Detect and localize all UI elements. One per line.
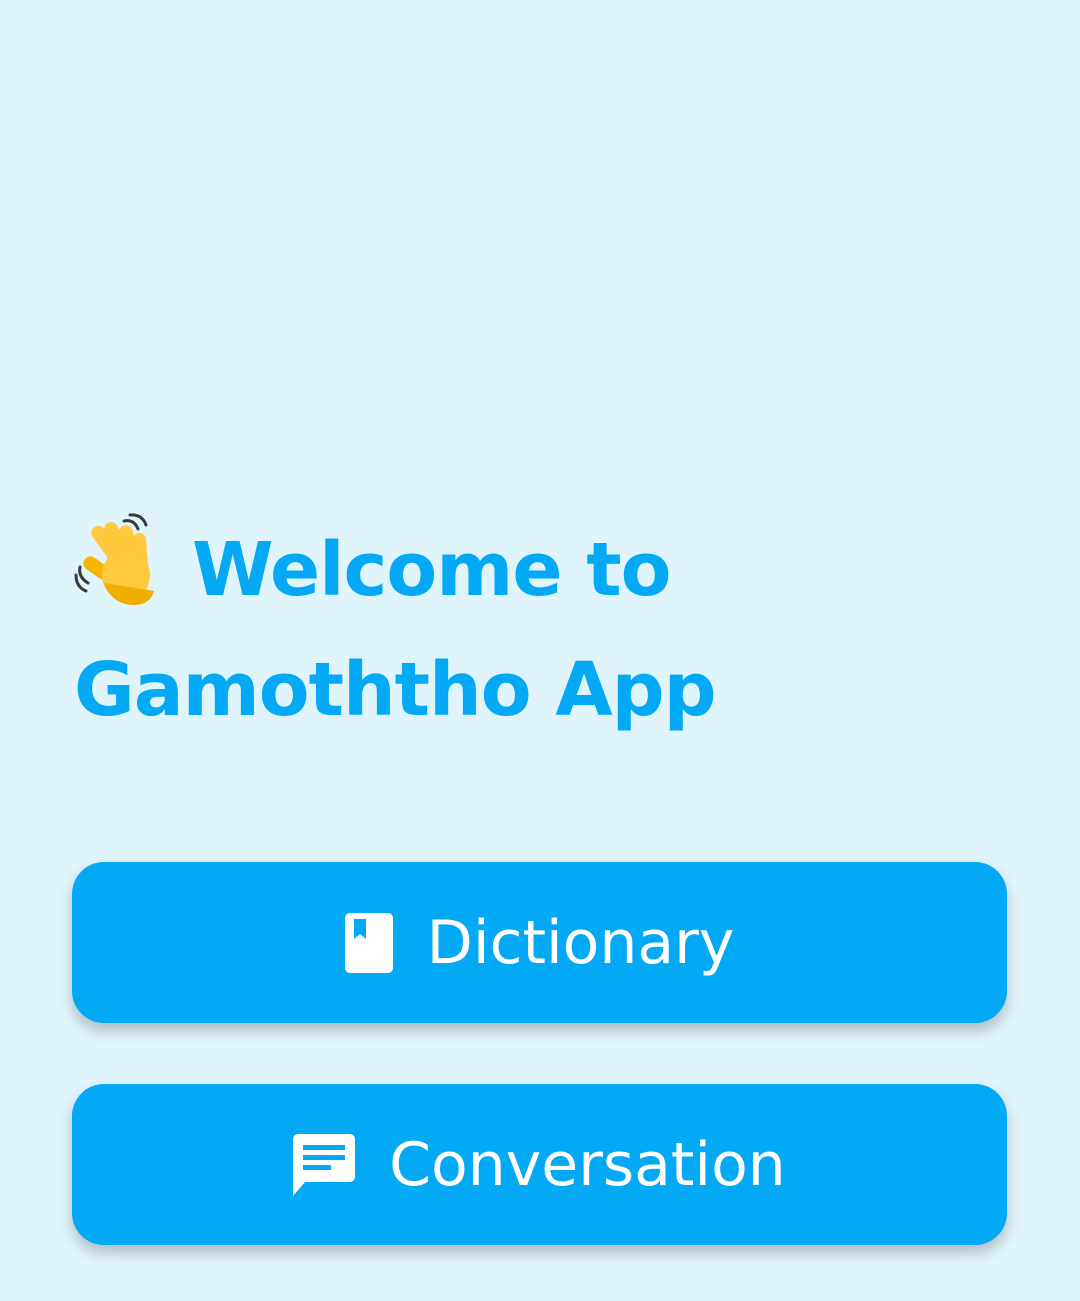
conversation-label: Conversation — [389, 1129, 786, 1200]
welcome-heading: Welcome to Gamoththo App — [74, 510, 974, 750]
welcome-title: Welcome to Gamoththo App — [74, 527, 717, 733]
book-icon — [344, 912, 393, 973]
chat-bubble-icon — [293, 1133, 356, 1196]
waving-hand-icon — [74, 513, 170, 609]
dictionary-button[interactable]: Dictionary — [72, 862, 1007, 1023]
dictionary-label: Dictionary — [426, 907, 735, 978]
conversation-button[interactable]: Conversation — [72, 1084, 1007, 1245]
